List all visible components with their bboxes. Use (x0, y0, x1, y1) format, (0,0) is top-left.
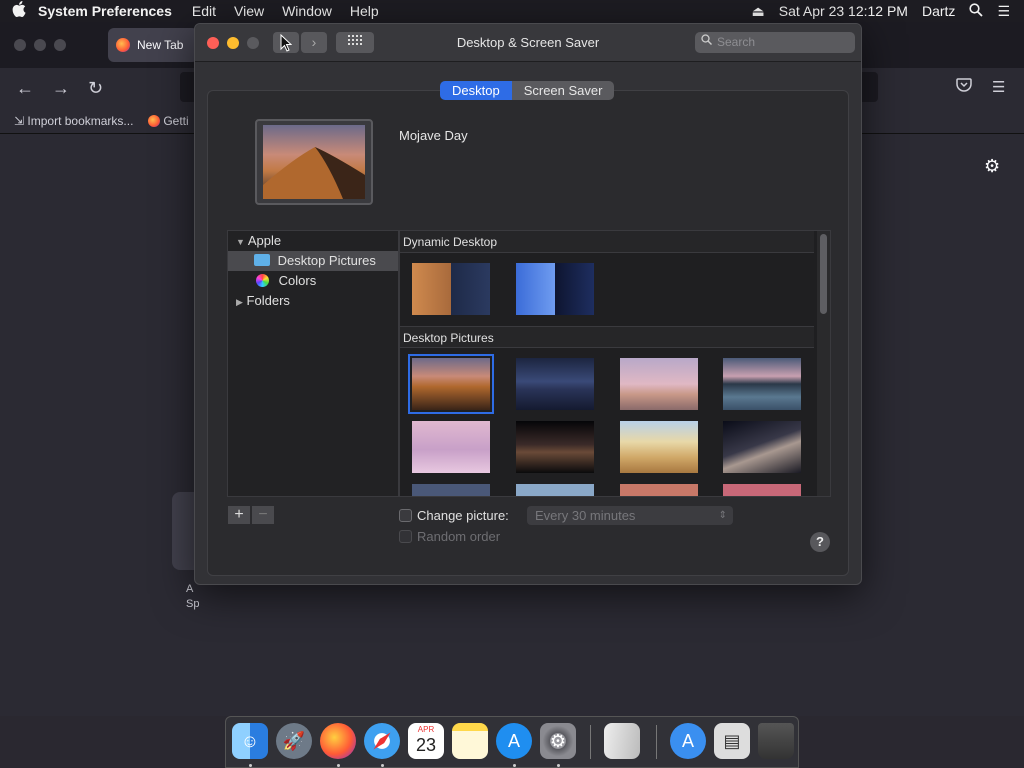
user-menu[interactable]: Dartz (922, 3, 955, 19)
notification-center-icon[interactable]: ☰ (997, 3, 1010, 20)
browser-tab[interactable]: New Tab (108, 28, 198, 62)
top-site-label: A Sp (186, 583, 200, 610)
scrollbar-knob[interactable] (820, 234, 827, 314)
search-icon (701, 32, 712, 53)
bookmark-getting-started[interactable]: Getti (148, 114, 189, 128)
add-folder-button[interactable]: + (228, 506, 250, 524)
launchpad-icon[interactable]: 🚀 (276, 723, 312, 759)
system-preferences-icon[interactable]: ⚙ (540, 723, 576, 759)
change-picture-checkbox[interactable] (399, 509, 412, 522)
menu-help[interactable]: Help (350, 3, 379, 19)
applications-folder-icon[interactable]: A (670, 723, 706, 759)
browser-close-button[interactable] (14, 39, 26, 51)
safari-icon[interactable] (364, 723, 400, 759)
random-order-label: Random order (417, 529, 501, 544)
rock-desert-thumbnail[interactable] (620, 358, 698, 410)
finder-icon[interactable]: ☺ (232, 723, 268, 759)
search-placeholder: Search (717, 35, 756, 49)
source-desktop-pictures[interactable]: Desktop Pictures (228, 251, 398, 271)
mouse-pointer-icon (280, 33, 293, 57)
partial-thumbnail-1[interactable] (412, 484, 490, 496)
menu-window[interactable]: Window (282, 3, 332, 19)
source-apple[interactable]: ▼ Apple (228, 231, 398, 251)
calendar-icon[interactable]: APR 23 (408, 723, 444, 759)
partial-thumbnail-4[interactable] (723, 484, 801, 496)
mojave-night-thumbnail[interactable] (516, 358, 594, 410)
partial-thumbnail-2[interactable] (516, 484, 594, 496)
picture-gallery: Dynamic Desktop Desktop Pictures (399, 230, 831, 497)
firefox-icon (116, 38, 130, 52)
menu-view[interactable]: View (234, 3, 264, 19)
browser-minimize-button[interactable] (34, 39, 46, 51)
partial-thumbnail-3[interactable] (620, 484, 698, 496)
folder-icon (254, 254, 270, 266)
lake-mountains-thumbnail[interactable] (723, 358, 801, 410)
dynamic-mojave-thumbnail[interactable] (412, 263, 490, 315)
eject-icon[interactable]: ⏏ (752, 3, 765, 20)
dynamic-desktop-header: Dynamic Desktop (400, 231, 814, 253)
trash-icon[interactable] (758, 723, 794, 759)
spotlight-icon[interactable] (969, 2, 984, 20)
help-button[interactable]: ? (810, 532, 830, 552)
gallery-scrollbar[interactable] (817, 231, 830, 496)
mojave-day-thumbnail[interactable] (408, 354, 494, 414)
remove-folder-button[interactable]: − (252, 506, 274, 524)
source-folders[interactable]: ▶ Folders (228, 291, 398, 311)
rock-pool-thumbnail[interactable] (412, 421, 490, 473)
documents-stack-icon[interactable]: ▤ (714, 723, 750, 759)
picture-name: Mojave Day (399, 128, 468, 143)
tab-selector: Desktop Screen Saver (440, 81, 615, 100)
source-colors[interactable]: Colors (228, 271, 398, 291)
menu-bar: System Preferences Edit View Window Help… (0, 0, 1024, 22)
search-field[interactable]: Search (695, 32, 855, 53)
disclosure-triangle-open-icon[interactable]: ▼ (236, 237, 245, 247)
hamburger-menu-icon[interactable]: ☰ (992, 78, 1005, 96)
source-list: ▼ Apple Desktop Pictures Colors ▶ Folder… (227, 230, 399, 497)
change-picture-label: Change picture: (417, 508, 509, 523)
firefox-dock-icon[interactable] (320, 723, 356, 759)
disclosure-triangle-closed-icon[interactable]: ▶ (236, 297, 243, 307)
app-store-icon[interactable]: A (496, 723, 532, 759)
notes-icon[interactable] (452, 723, 488, 759)
textedit-icon[interactable] (604, 723, 640, 759)
apple-menu-icon[interactable] (0, 1, 38, 21)
dock: ☺ 🚀 APR 23 A ⚙ A ▤ (225, 716, 799, 768)
interval-value: Every 30 minutes (535, 508, 636, 523)
current-picture-preview (255, 119, 373, 205)
title-bar: ‹ › Desktop & Screen Saver Search (195, 24, 861, 62)
city-night-thumbnail[interactable] (516, 421, 594, 473)
menu-clock[interactable]: Sat Apr 23 12:12 PM (779, 3, 908, 19)
random-order-checkbox[interactable] (399, 530, 412, 543)
app-name-menu[interactable]: System Preferences (38, 3, 172, 19)
bookmark-import[interactable]: ⇲ Import bookmarks... (14, 114, 133, 128)
browser-tab-label: New Tab (137, 38, 184, 52)
desktop-screen-saver-window: ‹ › Desktop & Screen Saver Search Deskto… (194, 23, 862, 585)
reload-icon[interactable]: ↻ (88, 78, 103, 99)
pocket-icon[interactable] (956, 78, 972, 96)
menu-edit[interactable]: Edit (192, 3, 216, 19)
color-wheel-icon (256, 274, 269, 287)
top-site-tile[interactable] (172, 492, 196, 570)
dark-dunes-thumbnail[interactable] (723, 421, 801, 473)
interval-dropdown[interactable]: Every 30 minutes ⇕ (527, 506, 733, 525)
browser-zoom-button[interactable] (54, 39, 66, 51)
tab-desktop[interactable]: Desktop (440, 81, 512, 100)
gear-icon[interactable]: ⚙ (984, 156, 1000, 177)
sand-dunes-thumbnail[interactable] (620, 421, 698, 473)
tab-screen-saver[interactable]: Screen Saver (511, 81, 615, 100)
forward-arrow-icon[interactable]: → (52, 78, 70, 99)
chevron-updown-icon: ⇕ (718, 510, 727, 521)
back-arrow-icon[interactable]: ← (16, 78, 34, 99)
dynamic-solar-gradient-thumbnail[interactable] (516, 263, 594, 315)
mojave-preview-image (263, 125, 365, 199)
desktop-pictures-header: Desktop Pictures (400, 326, 814, 348)
